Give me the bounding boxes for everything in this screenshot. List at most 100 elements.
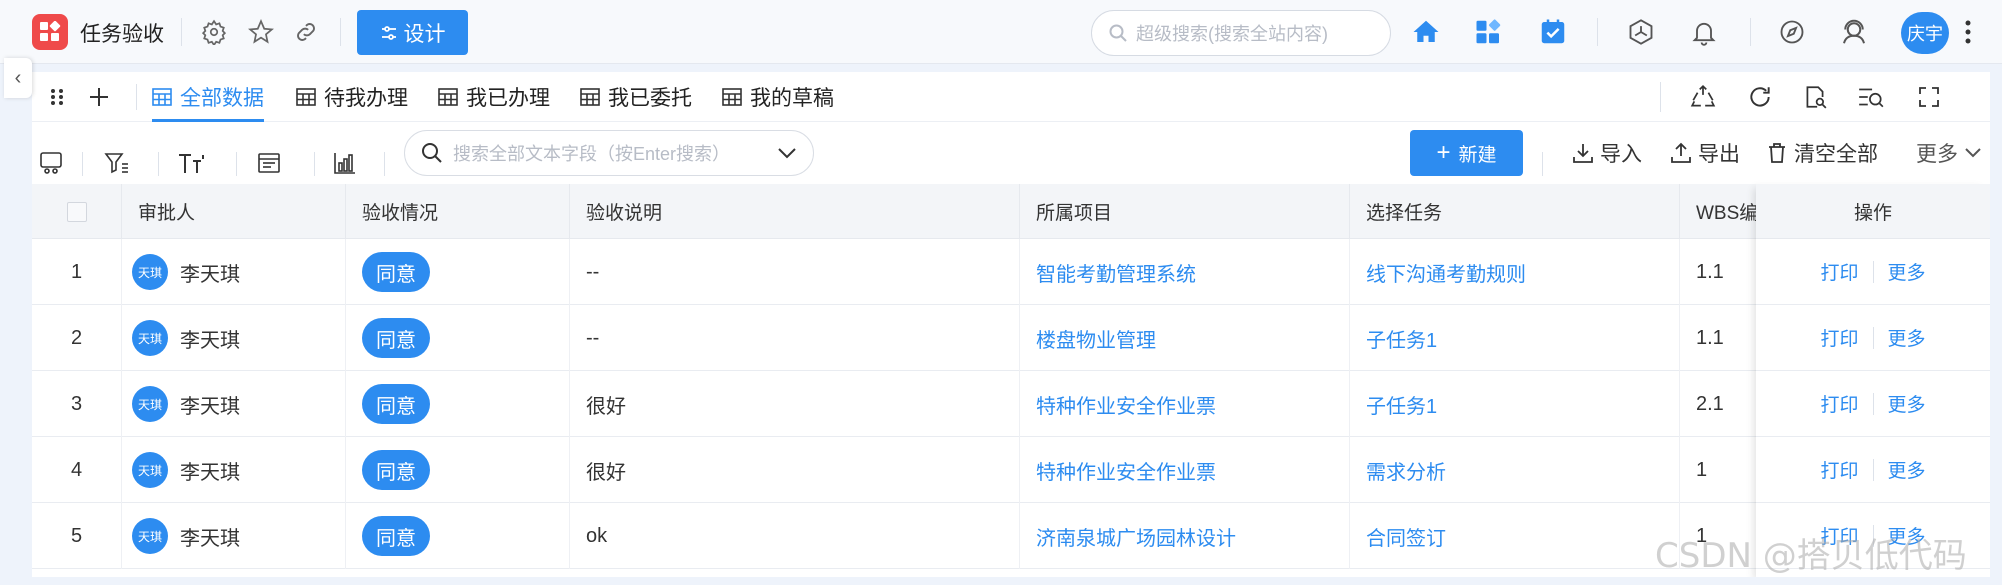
- note-cell: 很好: [570, 437, 1020, 503]
- more-vertical-icon[interactable]: [1958, 16, 1978, 48]
- project-link[interactable]: 特种作业安全作业票: [1020, 371, 1350, 437]
- row-more-link[interactable]: 更多: [1888, 456, 1926, 483]
- task-link[interactable]: 需求分析: [1350, 437, 1680, 503]
- approver-name: 李天琪: [180, 527, 240, 550]
- status-cell: 同意: [346, 503, 570, 569]
- table-row[interactable]: 4 天琪 李天琪 同意 很好 特种作业安全作业票 需求分析 1: [32, 437, 1990, 503]
- row-number: 1: [32, 239, 122, 305]
- apps-icon[interactable]: [1473, 16, 1505, 48]
- view-tab-pending[interactable]: 待我办理: [296, 72, 408, 122]
- user-avatar[interactable]: 庆宇: [1901, 12, 1949, 54]
- table-row[interactable]: 2 天琪 李天琪 同意 -- 楼盘物业管理 子任务1 1.1: [32, 305, 1990, 371]
- design-button[interactable]: 设计: [357, 10, 468, 55]
- note-cell: --: [570, 239, 1020, 305]
- view-tabs-bar: 全部数据 待我办理 我已办理 我已委托 我的草稿: [32, 72, 1990, 122]
- view-tab-all[interactable]: 全部数据: [152, 72, 264, 122]
- super-search-input[interactable]: 超级搜索(搜索全站内容): [1091, 10, 1391, 56]
- task-link[interactable]: 子任务1: [1350, 305, 1680, 371]
- status-cell: 同意: [346, 437, 570, 503]
- select-all-checkbox[interactable]: [66, 201, 87, 222]
- select-all-cell: [32, 184, 122, 239]
- divider: [158, 152, 159, 176]
- kanban-icon[interactable]: [36, 148, 66, 178]
- column-header-operations: 操作: [1756, 184, 1990, 239]
- print-link[interactable]: 打印: [1820, 456, 1858, 483]
- drag-handle-icon[interactable]: [42, 82, 72, 112]
- table-row[interactable]: 1 天琪 李天琪 同意 -- 智能考勤管理系统 线下沟通考勤规则 1.1: [32, 239, 1990, 305]
- task-link[interactable]: 合同签订: [1350, 503, 1680, 569]
- project-link[interactable]: 济南泉城广场园林设计: [1020, 503, 1350, 569]
- search-icon: [422, 143, 442, 163]
- user-name: 庆宇: [1907, 24, 1943, 44]
- column-header-note[interactable]: 验收说明: [570, 184, 1020, 239]
- import-button[interactable]: 导入: [1572, 138, 1642, 168]
- print-link[interactable]: 打印: [1820, 324, 1858, 351]
- column-header-status[interactable]: 验收情况: [346, 184, 570, 239]
- table-icon: [296, 88, 316, 106]
- chevron-down-icon[interactable]: [777, 147, 797, 159]
- table-icon: [580, 88, 600, 106]
- cube-icon[interactable]: [1625, 16, 1657, 48]
- app-title: 任务验收: [80, 23, 164, 46]
- text-size-icon[interactable]: [176, 148, 206, 178]
- fullscreen-icon[interactable]: [1914, 82, 1944, 112]
- compass-icon[interactable]: [1776, 16, 1808, 48]
- print-link[interactable]: 打印: [1820, 258, 1858, 285]
- row-more-link[interactable]: 更多: [1888, 390, 1926, 417]
- task-link[interactable]: 子任务1: [1350, 371, 1680, 437]
- table-header: 审批人 验收情况 验收说明 所属项目 选择任务 WBS编: [32, 184, 1990, 239]
- star-icon[interactable]: [245, 16, 277, 48]
- more-menu[interactable]: 更多: [1916, 138, 1982, 168]
- export-label: 导出: [1698, 143, 1740, 166]
- view-tab-done[interactable]: 我已办理: [438, 72, 550, 122]
- table-row[interactable]: 3 天琪 李天琪 同意 很好 特种作业安全作业票 子任务1 2.1: [32, 371, 1990, 437]
- divider: [314, 152, 315, 176]
- status-cell: 同意: [346, 371, 570, 437]
- document-search-icon[interactable]: [1800, 82, 1830, 112]
- view-tab-drafts[interactable]: 我的草稿: [722, 72, 834, 122]
- gear-icon[interactable]: [198, 16, 230, 48]
- export-button[interactable]: 导出: [1670, 138, 1740, 168]
- layout-icon[interactable]: [254, 148, 284, 178]
- view-tab-label: 我已办理: [466, 87, 550, 110]
- home-icon[interactable]: [1410, 16, 1442, 48]
- approver-name: 李天琪: [180, 263, 240, 286]
- chevron-left-icon: ‹: [14, 66, 22, 89]
- support-agent-icon[interactable]: [1838, 16, 1870, 48]
- project-link[interactable]: 楼盘物业管理: [1020, 305, 1350, 371]
- todo-check-icon[interactable]: [1537, 16, 1569, 48]
- task-link[interactable]: 线下沟通考勤规则: [1350, 239, 1680, 305]
- sidebar-collapse-handle[interactable]: ‹: [4, 58, 32, 98]
- note-cell: 很好: [570, 371, 1020, 437]
- chart-icon[interactable]: [330, 148, 360, 178]
- row-number: 4: [32, 437, 122, 503]
- divider: [1872, 392, 1874, 415]
- print-link[interactable]: 打印: [1820, 390, 1858, 417]
- view-tab-delegated[interactable]: 我已委托: [580, 72, 692, 122]
- project-link[interactable]: 智能考勤管理系统: [1020, 239, 1350, 305]
- status-badge: 同意: [362, 318, 430, 358]
- text-search-input[interactable]: 搜索全部文本字段（按Enter搜索）: [404, 130, 814, 176]
- row-more-link[interactable]: 更多: [1888, 324, 1926, 351]
- column-header-approver[interactable]: 审批人: [122, 184, 346, 239]
- link-icon[interactable]: [290, 16, 322, 48]
- add-view-icon[interactable]: [84, 82, 114, 112]
- row-more-link[interactable]: 更多: [1888, 258, 1926, 285]
- operations-cell: 打印 更多: [1756, 305, 1990, 371]
- app-logo-icon[interactable]: [32, 14, 68, 50]
- column-header-project[interactable]: 所属项目: [1020, 184, 1350, 239]
- refresh-icon[interactable]: [1745, 82, 1775, 112]
- approver-name: 李天琪: [180, 395, 240, 418]
- new-button[interactable]: + 新建: [1410, 130, 1523, 176]
- bell-icon[interactable]: [1688, 16, 1720, 48]
- status-badge: 同意: [362, 252, 430, 292]
- table-icon: [152, 88, 172, 106]
- clear-all-label: 清空全部: [1794, 143, 1878, 166]
- list-search-icon[interactable]: [1856, 82, 1886, 112]
- super-search-placeholder: 超级搜索(搜索全站内容): [1136, 24, 1328, 44]
- project-link[interactable]: 特种作业安全作业票: [1020, 437, 1350, 503]
- clear-all-button[interactable]: 清空全部: [1766, 138, 1878, 168]
- recycle-icon[interactable]: [1688, 82, 1718, 112]
- column-header-task[interactable]: 选择任务: [1350, 184, 1680, 239]
- filter-icon[interactable]: [102, 148, 132, 178]
